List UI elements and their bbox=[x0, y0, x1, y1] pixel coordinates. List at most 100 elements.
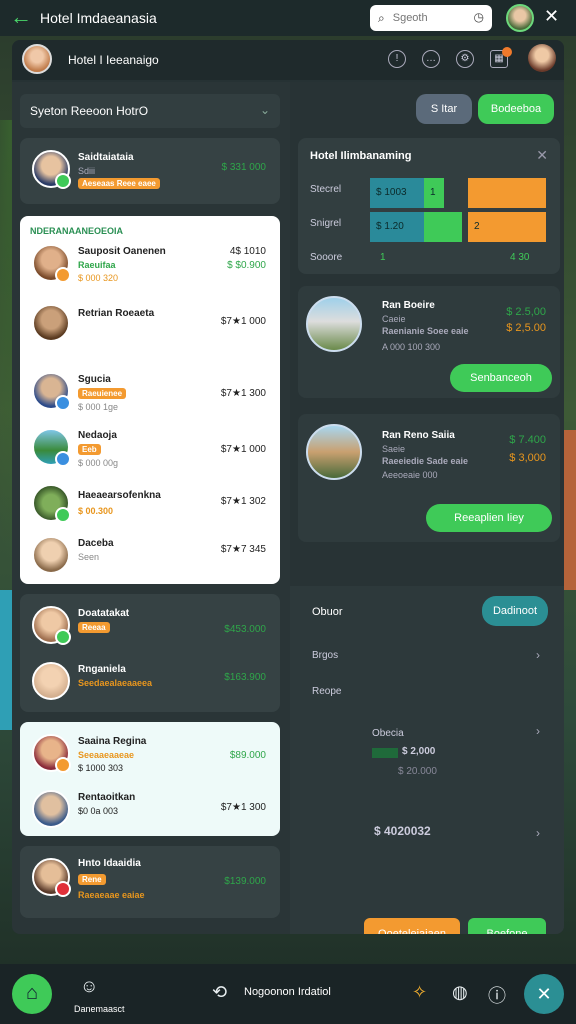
hotel-photo bbox=[306, 424, 362, 480]
close-icon[interactable]: ✕ bbox=[544, 6, 559, 27]
list-item[interactable]: Sgucia Raeuienee $ 000 1ge $7★1 300 bbox=[20, 368, 280, 424]
list-item[interactable]: Retrian Roeaeta $7★1 000 bbox=[20, 298, 280, 354]
guest-name: Saaina Regina bbox=[78, 736, 147, 747]
secondary-button[interactable]: Ooeteleiaiaen bbox=[364, 918, 460, 934]
summary-title: Obuor bbox=[312, 606, 343, 618]
guest-name: Sauposit Oanenen bbox=[78, 246, 166, 257]
hotel-sub2: Raenianie Soee eaie bbox=[382, 326, 469, 336]
bar-segment: 2 bbox=[468, 212, 546, 242]
hotel-cta-button[interactable]: Reeaplien Iiey bbox=[426, 504, 552, 532]
guest-price: $7★1 300 bbox=[220, 388, 266, 399]
chevron-right-icon[interactable]: › bbox=[536, 724, 540, 738]
hotel-price: $ 7.400 bbox=[509, 434, 546, 446]
guest-price: $7★1 300 bbox=[220, 802, 266, 813]
row-label: Snigrel bbox=[310, 218, 342, 229]
dashboard-icon[interactable]: ☺ bbox=[80, 976, 98, 997]
guest-avatar bbox=[32, 606, 71, 645]
guest-tag: Rene bbox=[78, 874, 106, 885]
summary-row[interactable]: Brgos bbox=[312, 650, 338, 661]
app-frame: Hotel I Ieeanaigo ! … ⚙ ▦ Syeton Reeoon … bbox=[12, 40, 564, 934]
stat-bar bbox=[372, 748, 398, 758]
close-panel-icon[interactable]: ✕ bbox=[524, 974, 564, 1014]
benchmark-panel: Hotel Ilimbanaming ✕ Stecrel $ 1003 1 Sn… bbox=[298, 138, 560, 274]
book-button[interactable]: Bodeeboa bbox=[478, 94, 554, 124]
status-dot bbox=[55, 629, 71, 645]
close-icon[interactable]: ✕ bbox=[536, 147, 548, 164]
list-item[interactable]: Doatatakat Reeaa $453.000 bbox=[20, 600, 280, 656]
list-item[interactable]: Daceba Seen $7★7 345 bbox=[20, 532, 280, 588]
guest-list-group: Doatatakat Reeaa $453.000 Rnganiela Seed… bbox=[20, 594, 280, 712]
guest-price: $7★1 302 bbox=[220, 496, 266, 507]
notification-icon[interactable]: ⟲ bbox=[212, 982, 227, 1003]
guest-name: Hnto Idaaidia bbox=[78, 858, 141, 869]
chevron-right-icon[interactable]: › bbox=[536, 826, 540, 840]
status-dot bbox=[55, 451, 71, 467]
user-avatar[interactable] bbox=[506, 4, 534, 32]
app-title: Hotel Imdaeanasia bbox=[40, 10, 157, 26]
bar-segment: 1 bbox=[424, 178, 444, 208]
guest-list-group: Saaina Regina Seeaaeaaeae $ 1000 303 $89… bbox=[20, 722, 280, 836]
chat-icon[interactable]: ◍ bbox=[452, 982, 468, 1003]
guest-sub: $ 000 1ge bbox=[78, 402, 119, 412]
row-value: 1 bbox=[380, 252, 386, 263]
list-item[interactable]: Sauposit Oanenen Raeuifaa $ 000 320 4$ 1… bbox=[20, 240, 280, 296]
guest-avatar bbox=[32, 304, 70, 342]
summary-row[interactable]: Reope bbox=[312, 686, 341, 697]
settings-icon[interactable]: ⚙ bbox=[456, 50, 474, 68]
home-icon[interactable]: ⌂ bbox=[12, 974, 52, 1014]
hotel-sub3: A 000 100 300 bbox=[382, 342, 441, 352]
search-icon: ⌕ bbox=[378, 10, 385, 25]
guest-tag: Aeseaas Reee eaee bbox=[78, 178, 160, 189]
staff-avatar[interactable] bbox=[528, 44, 556, 72]
bar-segment: $ 1.20 bbox=[370, 212, 424, 242]
guest-avatar bbox=[32, 536, 70, 574]
info-icon[interactable]: ! bbox=[388, 50, 406, 68]
guest-name: Haeaearsofenkna bbox=[78, 490, 161, 501]
search-input[interactable] bbox=[390, 11, 465, 25]
calendar-icon[interactable]: ▦ bbox=[490, 47, 512, 68]
guest-sub: $ 000 00g bbox=[78, 458, 119, 468]
hotel-cta-button[interactable]: Senbanceoh bbox=[450, 364, 552, 392]
chevron-right-icon[interactable]: › bbox=[536, 648, 540, 662]
bar-segment bbox=[424, 212, 462, 242]
guest-sub: Sdiii bbox=[78, 166, 96, 176]
filter-button[interactable]: S Itar bbox=[416, 94, 472, 124]
hotel-photo bbox=[32, 428, 71, 467]
list-item[interactable]: Rentaoitkan $0 0a 003 $7★1 300 bbox=[20, 784, 280, 840]
list-item[interactable]: Saaina Regina Seeaaeaaeae $ 1000 303 $89… bbox=[20, 728, 280, 784]
clock-icon[interactable]: ◷ bbox=[474, 10, 484, 24]
guest-avatar bbox=[32, 790, 70, 828]
summary-action-button[interactable]: Dadinoot bbox=[482, 596, 548, 626]
hotel-header: Hotel I Ieeanaigo ! … ⚙ ▦ bbox=[12, 40, 564, 80]
chat-icon[interactable]: … bbox=[422, 50, 440, 68]
guest-tag: Reeaa bbox=[78, 622, 110, 633]
section-label: NDERANAANEOEOIA bbox=[30, 226, 124, 236]
center-nav-label[interactable]: Nogoonon Irdatiol bbox=[244, 986, 331, 998]
list-item[interactable]: Haeaearsofenkna $ 00.300 $7★1 302 bbox=[20, 480, 280, 536]
back-arrow-icon[interactable]: ← bbox=[10, 6, 32, 28]
row-label: Stecrel bbox=[310, 184, 342, 195]
guest-price: $89.000 bbox=[229, 750, 266, 761]
hotel-sub3: Aeeoeaie 000 bbox=[382, 470, 438, 480]
guest-tag: Seeaaeaaeae bbox=[78, 750, 135, 760]
bell-icon[interactable]: ✧ bbox=[412, 982, 427, 1003]
hotel-price-alt: $ 3,000 bbox=[509, 452, 546, 464]
hotel-sub: Caeie bbox=[382, 314, 406, 324]
hotel-card[interactable]: Ran Boeire Caeie Raenianie Soee eaie A 0… bbox=[298, 286, 560, 398]
list-item[interactable]: Hnto Idaaidia Rene Raeaeaae eaiae $139.0… bbox=[20, 854, 280, 910]
window-titlebar: ← Hotel Imdaeanasia ⌕ ◷ ✕ bbox=[0, 0, 576, 36]
info-icon[interactable]: ⓘ bbox=[488, 982, 506, 1008]
guest-avatar bbox=[32, 858, 71, 897]
list-item[interactable]: Rnganiela Seedaealaeaaeea $163.900 bbox=[20, 656, 280, 712]
filter-select[interactable]: Syeton Reeoon HotrO ⌄ bbox=[20, 94, 280, 128]
hotel-avatar[interactable] bbox=[22, 44, 52, 74]
list-item[interactable]: Nedaoja Eeb $ 000 00g $7★1 000 bbox=[20, 424, 280, 480]
dashboard-label[interactable]: Danemaasct bbox=[74, 1004, 125, 1014]
primary-button[interactable]: Boefone bbox=[468, 918, 546, 934]
hotel-card[interactable]: Ran Reno Saiia Saeie Raeeiedie Sade eaie… bbox=[298, 414, 560, 542]
background-building bbox=[564, 430, 576, 590]
hotel-photo bbox=[32, 484, 71, 523]
search-box[interactable]: ⌕ ◷ bbox=[370, 5, 492, 31]
status-dot bbox=[55, 395, 71, 411]
featured-guest-card[interactable]: Saidtaiataia Sdiii Aeseaas Reee eaee $ 3… bbox=[20, 138, 280, 204]
